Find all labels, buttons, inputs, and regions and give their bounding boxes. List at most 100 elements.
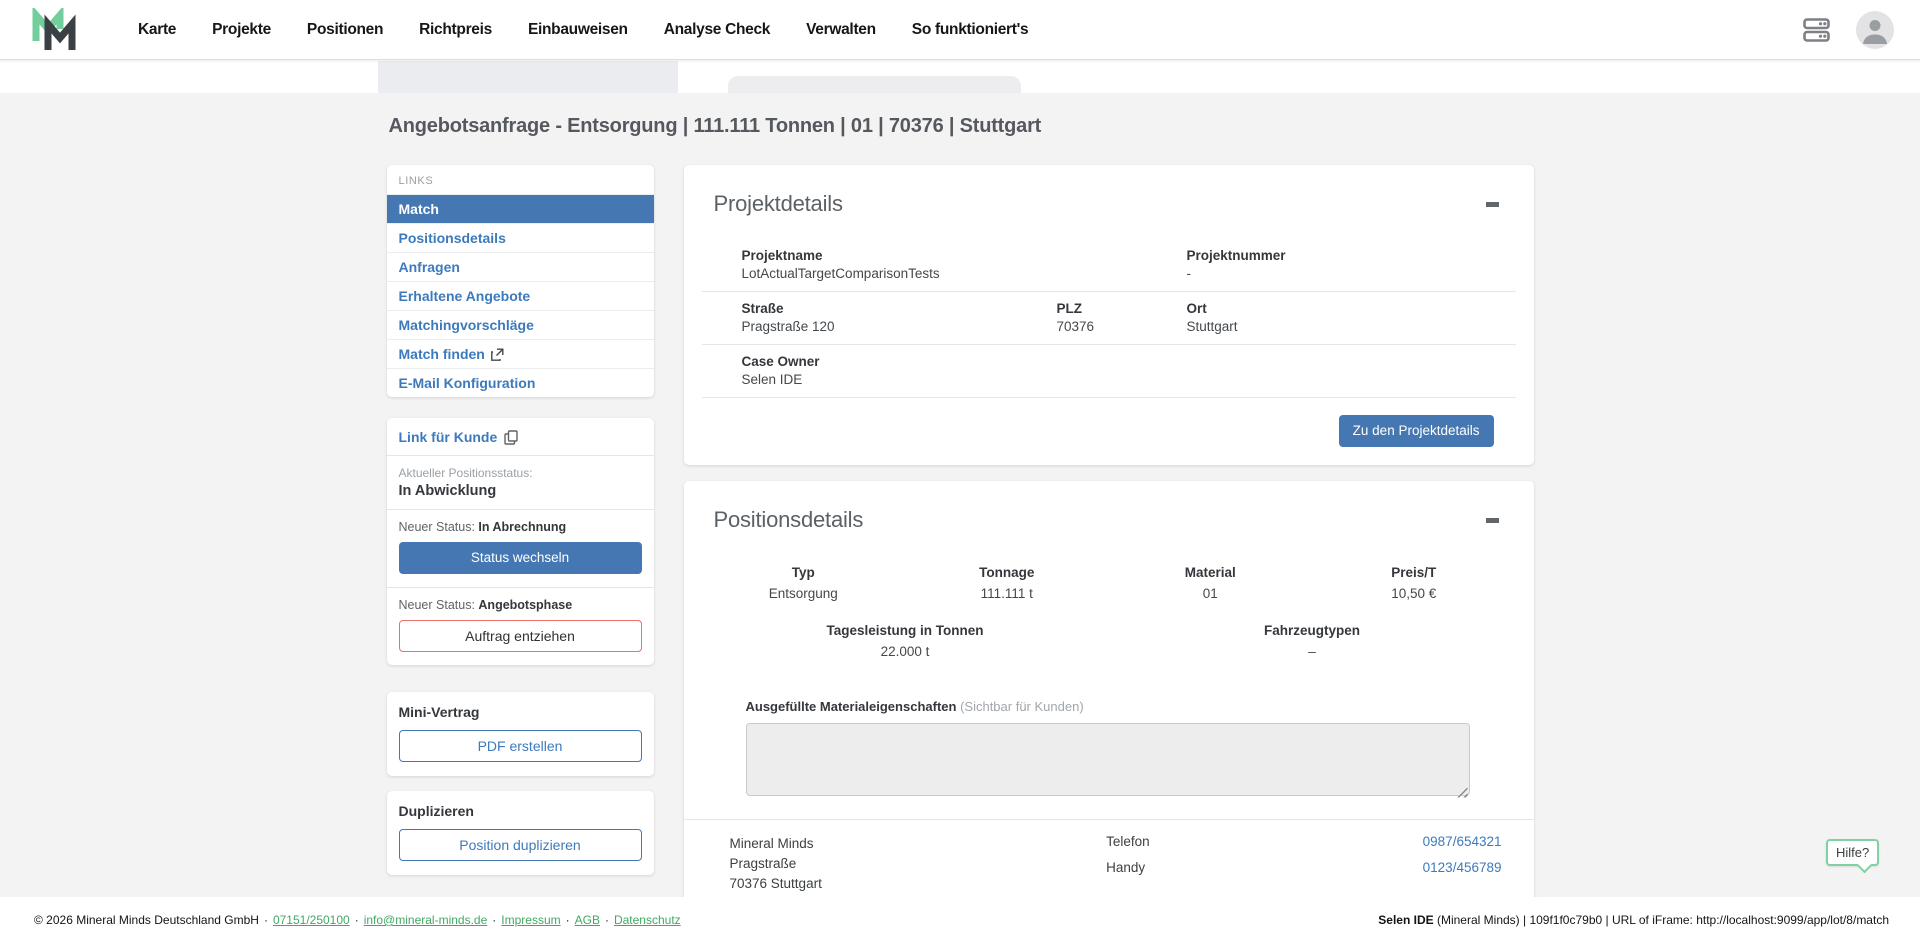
positionsdetails-card: Positionsdetails Typ Entsorgung Tonnage … [684, 481, 1534, 898]
tagesleistung-label: Tagesleistung in Tonnen [702, 623, 1109, 638]
duplizieren-title: Duplizieren [399, 803, 642, 819]
substrip [0, 60, 1920, 93]
server-icon[interactable] [1803, 18, 1830, 42]
nav-item-so-funktionierts[interactable]: So funktioniert's [912, 21, 1029, 39]
session-user: Selen IDE [1378, 913, 1433, 927]
main-column: Projektdetails Projektname LotActualTarg… [684, 165, 1534, 897]
footer: © 2026 Mineral Minds Deutschland GmbH · … [0, 897, 1920, 943]
nav-item-karte[interactable]: Karte [138, 21, 176, 39]
case-owner-value: Selen IDE [742, 372, 1187, 387]
collapse-button[interactable] [1482, 195, 1504, 213]
separator: · [605, 913, 609, 927]
pdf-erstellen-button[interactable]: PDF erstellen [399, 730, 642, 762]
separator: · [566, 913, 570, 927]
projektnummer-label: Projektnummer [1187, 248, 1516, 263]
fahrzeugtypen-label: Fahrzeugtypen [1109, 623, 1516, 638]
footer-left: © 2026 Mineral Minds Deutschland GmbH · … [34, 913, 681, 927]
sidebar-item-positionsdetails[interactable]: Positionsdetails [387, 223, 654, 252]
mini-vertrag-title: Mini-Vertrag [399, 704, 642, 720]
phone-row-handy: Handy 0123/456789 [1106, 860, 1501, 875]
copy-icon [504, 430, 518, 445]
projekt-row-1: Projektname LotActualTargetComparisonTes… [702, 239, 1516, 292]
next-status-line-1: Neuer Status: In Abrechnung [399, 520, 642, 534]
plz-value: 70376 [1057, 319, 1187, 334]
customer-link-label: Link für Kunde [399, 429, 498, 445]
materialeigenschaften-label: Ausgefüllte Materialeigenschaften (Sicht… [746, 699, 1470, 714]
contact-company: Mineral Minds [730, 834, 1107, 854]
material-label: Material [1109, 565, 1313, 580]
sidebar-item-email-konfiguration[interactable]: E-Mail Konfiguration [387, 368, 654, 397]
mineral-minds-logo[interactable] [26, 8, 82, 52]
nav-item-projekte[interactable]: Projekte [212, 21, 271, 39]
footer-link-impressum[interactable]: Impressum [501, 913, 560, 927]
tagesleistung-value: 22.000 t [702, 644, 1109, 659]
pos-field-fahrzeugtypen: Fahrzeugtypen – [1109, 623, 1516, 659]
nav-item-einbauweisen[interactable]: Einbauweisen [528, 21, 628, 39]
page-title: Angebotsanfrage - Entsorgung | 111.111 T… [389, 115, 1534, 138]
next-status-line-2: Neuer Status: Angebotsphase [399, 598, 642, 612]
status-wechseln-button[interactable]: Status wechseln [399, 542, 642, 574]
materialeigenschaften-label-bold: Ausgefüllte Materialeigenschaften [746, 699, 957, 714]
sidebar: LINKS Match Positionsdetails Anfragen Er… [387, 165, 654, 897]
nav-item-verwalten[interactable]: Verwalten [806, 21, 876, 39]
auftrag-entziehen-button[interactable]: Auftrag entziehen [399, 620, 642, 652]
divider [387, 509, 654, 510]
tonnage-value: 111.111 t [905, 586, 1109, 601]
projektnummer-value: - [1187, 266, 1516, 281]
telefon-value[interactable]: 0987/654321 [1423, 834, 1502, 849]
nav-menu: Karte Projekte Positionen Richtpreis Ein… [138, 21, 1028, 39]
case-owner-label: Case Owner [742, 354, 1187, 369]
next-status-prefix: Neuer Status: [399, 598, 479, 612]
sidebar-item-match[interactable]: Match [387, 194, 654, 223]
nav-item-richtpreis[interactable]: Richtpreis [419, 21, 492, 39]
projektname-value: LotActualTargetComparisonTests [742, 266, 1187, 281]
user-avatar[interactable] [1856, 11, 1894, 49]
person-icon [1856, 11, 1894, 49]
nav-item-analyse-check[interactable]: Analyse Check [664, 21, 770, 39]
collapse-button[interactable] [1482, 511, 1504, 529]
nav-right-actions [1803, 11, 1894, 49]
handy-label: Handy [1106, 860, 1145, 875]
material-value: 01 [1109, 586, 1313, 601]
sidebar-item-matchingvorschlaege[interactable]: Matchingvorschläge [387, 310, 654, 339]
footer-link-agb[interactable]: AGB [575, 913, 600, 927]
sidebar-item-label: Match finden [399, 346, 485, 362]
plz-label: PLZ [1057, 301, 1187, 316]
minus-icon [1486, 202, 1499, 207]
customer-link[interactable]: Link für Kunde [399, 429, 642, 455]
pos-field-typ: Typ Entsorgung [702, 565, 906, 601]
positionsdetails-title: Positionsdetails [714, 507, 864, 533]
help-button[interactable]: Hilfe? [1826, 839, 1879, 866]
fahrzeugtypen-value: – [1109, 644, 1516, 659]
pos-field-tonnage: Tonnage 111.111 t [905, 565, 1109, 601]
divider [387, 455, 654, 456]
typ-value: Entsorgung [702, 586, 906, 601]
handy-value[interactable]: 0123/456789 [1423, 860, 1502, 875]
zu-den-projektdetails-button[interactable]: Zu den Projektdetails [1339, 415, 1494, 447]
next-status-value: Angebotsphase [478, 598, 572, 612]
preis-value: 10,50 € [1312, 586, 1516, 601]
pos-field-preis: Preis/T 10,50 € [1312, 565, 1516, 601]
footer-link-datenschutz[interactable]: Datenschutz [614, 913, 681, 927]
links-card: LINKS Match Positionsdetails Anfragen Er… [387, 165, 654, 397]
current-status-label: Aktueller Positionsstatus: [399, 466, 642, 480]
logo-icon [26, 8, 82, 52]
sidebar-item-match-finden[interactable]: Match finden [387, 339, 654, 368]
current-status-value: In Abwicklung [399, 483, 642, 499]
materialeigenschaften-textarea[interactable] [746, 723, 1470, 796]
position-duplizieren-button[interactable]: Position duplizieren [399, 829, 642, 861]
content-area: Angebotsanfrage - Entsorgung | 111.111 T… [0, 93, 1920, 897]
footer-link-phone[interactable]: 07151/250100 [273, 913, 350, 927]
nav-item-positionen[interactable]: Positionen [307, 21, 383, 39]
pos-field-material: Material 01 [1109, 565, 1313, 601]
separator: · [492, 913, 496, 927]
projektname-label: Projektname [742, 248, 1187, 263]
sidebar-item-anfragen[interactable]: Anfragen [387, 252, 654, 281]
external-link-icon [491, 348, 504, 361]
projektdetails-card: Projektdetails Projektname LotActualTarg… [684, 165, 1534, 465]
contact-block: Mineral Minds Pragstraße 70376 Stuttgart… [702, 820, 1516, 894]
next-status-value: In Abrechnung [478, 520, 566, 534]
footer-link-email[interactable]: info@mineral-minds.de [364, 913, 488, 927]
pos-field-tagesleistung: Tagesleistung in Tonnen 22.000 t [702, 623, 1109, 659]
sidebar-item-erhaltene-angebote[interactable]: Erhaltene Angebote [387, 281, 654, 310]
